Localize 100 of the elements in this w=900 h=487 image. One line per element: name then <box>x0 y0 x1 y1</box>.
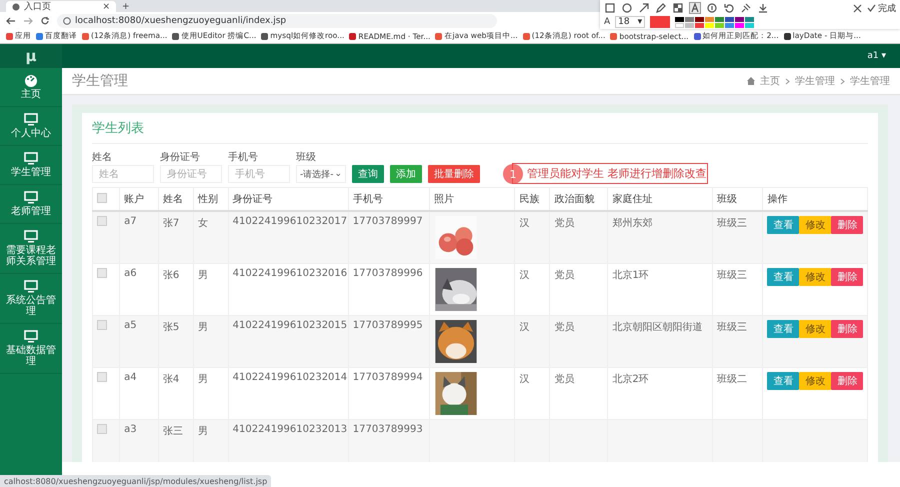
monitor-icon <box>24 113 38 126</box>
browser-tab[interactable]: 入口页 × <box>6 1 116 12</box>
mosaic-icon <box>673 3 683 13</box>
forward-icon <box>23 16 33 26</box>
checkbox[interactable] <box>97 424 107 434</box>
pencil-icon <box>656 3 666 13</box>
color-swatch[interactable] <box>745 22 754 28</box>
sidebar-item[interactable]: 需要课程老师关系管理 <box>2 245 60 267</box>
arrow-icon <box>639 3 649 13</box>
sidebar-item[interactable]: 学生管理 <box>11 167 51 178</box>
color-swatch[interactable] <box>685 16 694 22</box>
delete-button[interactable]: 删除 <box>831 372 864 390</box>
delete-button[interactable]: 删除 <box>831 216 864 234</box>
sidebar-item[interactable]: 个人中心 <box>11 128 51 139</box>
view-button[interactable]: 查看 <box>767 320 800 338</box>
tab-title: 入口页 <box>24 0 51 13</box>
close-tab-button[interactable]: × <box>102 2 110 12</box>
breadcrumb-link[interactable]: 学生管理 <box>850 74 890 88</box>
chevron-icon <box>785 78 790 84</box>
view-button[interactable]: 查看 <box>767 268 800 286</box>
chevron-icon <box>840 78 845 84</box>
done-button[interactable]: 完成 <box>867 2 896 14</box>
color-swatch[interactable] <box>725 22 734 28</box>
tool-button[interactable] <box>655 2 667 14</box>
class-dropdown[interactable]: -请选择-⌄ <box>296 165 346 183</box>
reload-icon <box>40 16 50 26</box>
color-swatch[interactable] <box>735 16 744 22</box>
color-swatch[interactable] <box>715 16 724 22</box>
checkbox[interactable] <box>97 192 107 202</box>
card-title: 学生列表 <box>92 119 868 144</box>
font-letter: A <box>604 17 610 27</box>
view-button[interactable]: 查看 <box>767 216 800 234</box>
color-swatch[interactable] <box>735 22 744 28</box>
tool-button[interactable] <box>706 2 718 14</box>
input-field[interactable]: 手机号 <box>228 165 290 183</box>
tool-button[interactable] <box>621 2 633 14</box>
status-url: calhost:8080/xueshengzuoyeguanli/jsp/modules/xuesheng/list.jsp <box>0 475 272 487</box>
text-tool-icon <box>690 3 700 13</box>
field-label: 手机号 <box>228 150 259 164</box>
font-size-dropdown[interactable]: 18 ▾ <box>615 16 646 28</box>
add-button[interactable]: 添加 <box>390 165 422 183</box>
tool-button[interactable] <box>672 2 684 14</box>
sidebar-item[interactable]: 老师管理 <box>11 206 51 217</box>
page-title: 学生管理 <box>72 72 128 90</box>
input-field[interactable]: 姓名 <box>92 165 154 183</box>
edit-button[interactable]: 修改 <box>799 372 832 390</box>
color-swatch[interactable] <box>675 16 684 22</box>
monitor-icon <box>24 152 38 165</box>
monitor-icon <box>24 280 38 293</box>
edit-button[interactable]: 修改 <box>799 216 832 234</box>
input-field[interactable]: 身份证号 <box>160 165 222 183</box>
new-tab-button[interactable]: + <box>122 2 130 12</box>
color-swatch[interactable] <box>705 22 714 28</box>
color-swatch[interactable] <box>685 22 694 28</box>
search-button[interactable]: 查询 <box>352 165 384 183</box>
color-swatch[interactable] <box>695 22 704 28</box>
edit-button[interactable]: 修改 <box>799 320 832 338</box>
download-icon <box>758 3 768 13</box>
tool-button[interactable] <box>689 2 701 14</box>
user-menu[interactable]: a1 ▾ <box>867 51 886 61</box>
circle-icon <box>622 3 632 13</box>
tool-button[interactable] <box>638 2 650 14</box>
close-icon <box>853 4 862 12</box>
color-swatch[interactable] <box>725 16 734 22</box>
dashboard-icon <box>24 74 38 87</box>
color-swatch[interactable] <box>715 22 724 28</box>
home-icon <box>747 77 755 85</box>
checkbox[interactable] <box>97 268 107 278</box>
field-label: 身份证号 <box>160 151 201 164</box>
color-swatch[interactable] <box>705 16 714 22</box>
monitor-icon <box>24 330 38 343</box>
checkbox[interactable] <box>97 372 107 382</box>
checkbox[interactable] <box>97 320 107 330</box>
color-swatch[interactable] <box>695 16 704 22</box>
tool-button[interactable] <box>757 2 769 14</box>
check-icon <box>867 4 876 12</box>
tool-button[interactable] <box>723 2 735 14</box>
delete-button[interactable]: 删除 <box>831 320 864 338</box>
sidebar-item[interactable]: 主页 <box>21 89 41 100</box>
field-label: 班级 <box>296 150 317 164</box>
tool-button[interactable] <box>604 2 616 14</box>
breadcrumb-link[interactable]: 学生管理 <box>795 74 835 88</box>
monitor-icon <box>24 191 38 204</box>
color-swatch[interactable] <box>745 16 754 22</box>
address-bar[interactable]: localhost:8080/xueshengzuoyeguanli/index.jsp <box>57 14 497 28</box>
delete-button[interactable]: 批量删除 <box>428 165 480 183</box>
back-icon <box>6 16 16 26</box>
sidebar-item[interactable]: 基础数据管理 <box>2 345 60 367</box>
checkbox[interactable] <box>97 216 107 226</box>
rectangle-icon <box>605 3 615 13</box>
numbered-marker-icon <box>707 3 717 13</box>
undo-icon <box>724 3 734 13</box>
delete-button[interactable]: 删除 <box>831 268 864 286</box>
field-label: 姓名 <box>92 151 113 164</box>
view-button[interactable]: 查看 <box>767 372 800 390</box>
sidebar-item[interactable]: 系统公告管理 <box>2 295 60 317</box>
monitor-icon <box>24 230 38 243</box>
breadcrumb-link[interactable]: 主页 <box>760 74 780 88</box>
color-swatch[interactable] <box>675 22 684 28</box>
edit-button[interactable]: 修改 <box>799 268 832 286</box>
